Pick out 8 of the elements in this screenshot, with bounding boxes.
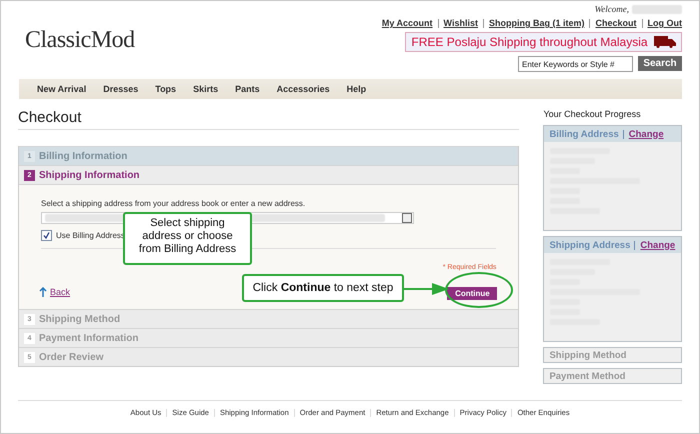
progress-title: Your Checkout Progress (543, 109, 642, 119)
section-title: Billing Address (549, 128, 619, 140)
instruction-text: Select a shipping address from your address book or enter a new address. (41, 199, 306, 208)
page-title: Checkout (18, 109, 520, 130)
hint-tooltip: Select shipping address or choose from Billing Address (123, 212, 252, 265)
hint-tooltip: Click Continue to next step (242, 274, 404, 302)
welcome-text: Welcome, (594, 4, 629, 14)
section-title: Shipping Address (549, 240, 630, 250)
